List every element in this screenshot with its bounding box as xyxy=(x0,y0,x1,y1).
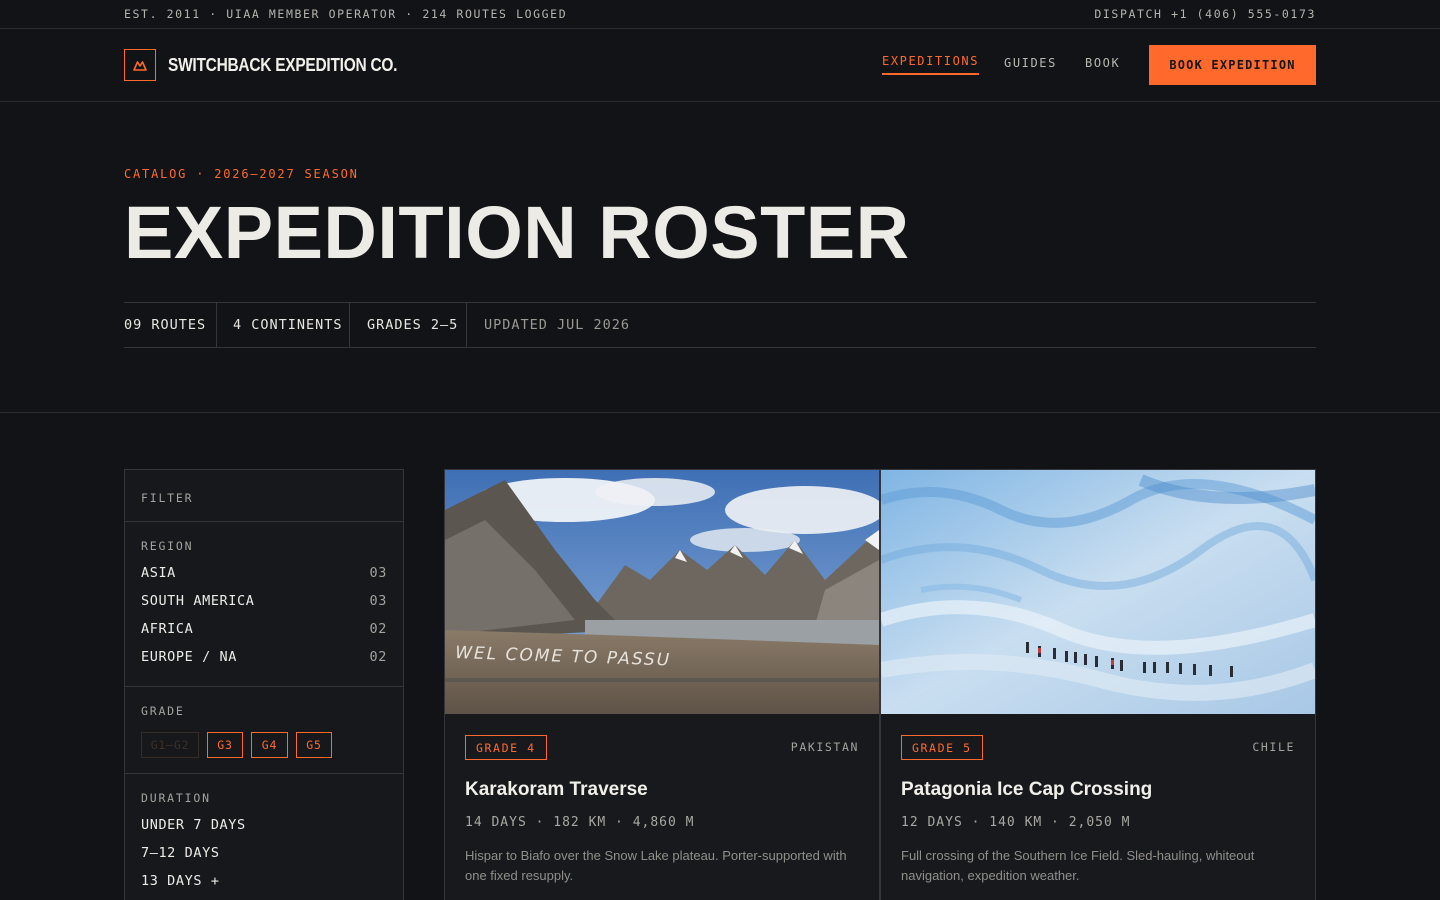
region-count: 02 xyxy=(369,649,387,665)
brand-name[interactable]: SWITCHBACK EXPEDITION CO. xyxy=(168,55,397,76)
topstrip-tagline: EST. 2011 · UIAA MEMBER OPERATOR · 214 R… xyxy=(124,7,568,21)
mountain-icon xyxy=(133,61,147,71)
card-description: Hispar to Biafo over the Snow Lake plate… xyxy=(465,848,847,883)
filter-panel: FILTER REGION ASIA 03 SOUTH AMERICA 03 A… xyxy=(124,469,404,900)
grade-chip-g5[interactable]: G5 xyxy=(296,732,332,758)
top-strip: EST. 2011 · UIAA MEMBER OPERATOR · 214 R… xyxy=(0,0,1440,29)
nav-guides[interactable]: GUIDES xyxy=(1004,56,1057,70)
duration-option-7-12[interactable]: 7–12 DAYS xyxy=(141,839,387,867)
nav-expeditions[interactable]: EXPEDITIONS xyxy=(882,54,980,75)
logo[interactable] xyxy=(124,49,156,81)
region-label: SOUTH AMERICA xyxy=(141,593,255,609)
region-filter: REGION ASIA 03 SOUTH AMERICA 03 AFRICA 0… xyxy=(125,522,403,687)
stat-bar: 09 ROUTES 4 CONTINENTS GRADES 2–5 UPDATE… xyxy=(124,302,1316,348)
region-option-europe-na[interactable]: EUROPE / NA 02 xyxy=(141,643,387,671)
region-option-asia[interactable]: ASIA 03 xyxy=(141,559,387,587)
duration-heading: DURATION xyxy=(141,791,211,805)
expedition-card[interactable]: WEL COME TO PASSU GRADE 4 PAKISTAN Karak… xyxy=(444,469,880,900)
page-title: EXPEDITION ROSTER xyxy=(124,191,910,274)
stat-grades: GRADES 2–5 xyxy=(350,303,467,347)
stat-continents: 4 CONTINENTS xyxy=(217,303,350,347)
filter-header: FILTER xyxy=(125,470,403,522)
grade-chip-g3[interactable]: G3 xyxy=(207,732,243,758)
region-option-africa[interactable]: AFRICA 02 xyxy=(141,615,387,643)
region-heading: REGION xyxy=(141,539,194,553)
nav-book[interactable]: BOOK xyxy=(1085,56,1120,70)
grade-badge: GRADE 4 xyxy=(465,735,547,760)
country-label: CHILE xyxy=(1252,740,1295,754)
country-label: PAKISTAN xyxy=(790,740,859,754)
grade-chip-g4[interactable]: G4 xyxy=(251,732,288,758)
expedition-card[interactable]: GRADE 5 CHILE Patagonia Ice Cap Crossing… xyxy=(880,469,1316,900)
region-label: ASIA xyxy=(141,565,176,581)
duration-option-13-plus[interactable]: 13 DAYS + xyxy=(141,867,387,895)
card-title[interactable]: Patagonia Ice Cap Crossing xyxy=(901,779,1152,801)
filter-title: FILTER xyxy=(141,491,194,505)
card-description: Full crossing of the Southern Ice Field.… xyxy=(901,848,1255,883)
grade-heading: GRADE xyxy=(141,704,185,718)
grade-filter: GRADE G1–G2 G3 G4 G5 xyxy=(125,687,403,774)
region-option-south-america[interactable]: SOUTH AMERICA 03 xyxy=(141,587,387,615)
region-count: 03 xyxy=(369,565,387,581)
grade-chip-g1-g2[interactable]: G1–G2 xyxy=(141,732,199,758)
card-meta: 12 DAYS · 140 KM · 2,050 M xyxy=(901,815,1131,830)
site-header: SWITCHBACK EXPEDITION CO. EXPEDITIONS GU… xyxy=(0,29,1440,102)
region-label: EUROPE / NA xyxy=(141,649,238,665)
section-divider xyxy=(0,412,1440,413)
duration-option-under-7[interactable]: UNDER 7 DAYS xyxy=(141,811,387,839)
grade-badge: GRADE 5 xyxy=(901,735,983,760)
grade-chips: G1–G2 G3 G4 G5 xyxy=(141,732,387,758)
region-count: 02 xyxy=(369,621,387,637)
card-meta: 14 DAYS · 182 KM · 4,860 M xyxy=(465,815,695,830)
catalog-eyebrow: CATALOG · 2026–2027 SEASON xyxy=(124,167,359,181)
region-label: AFRICA xyxy=(141,621,194,637)
dispatch-phone[interactable]: DISPATCH +1 (406) 555-0173 xyxy=(1094,7,1316,21)
stat-updated: UPDATED JUL 2026 xyxy=(484,317,631,333)
card-title[interactable]: Karakoram Traverse xyxy=(465,779,648,801)
karakoram-photo: WEL COME TO PASSU xyxy=(445,470,879,714)
book-expedition-button[interactable]: BOOK EXPEDITION xyxy=(1149,45,1316,85)
stat-routes: 09 ROUTES xyxy=(124,303,217,347)
duration-filter: DURATION UNDER 7 DAYS 7–12 DAYS 13 DAYS … xyxy=(125,774,403,895)
patagonia-ice-photo xyxy=(881,470,1315,714)
region-count: 03 xyxy=(369,593,387,609)
